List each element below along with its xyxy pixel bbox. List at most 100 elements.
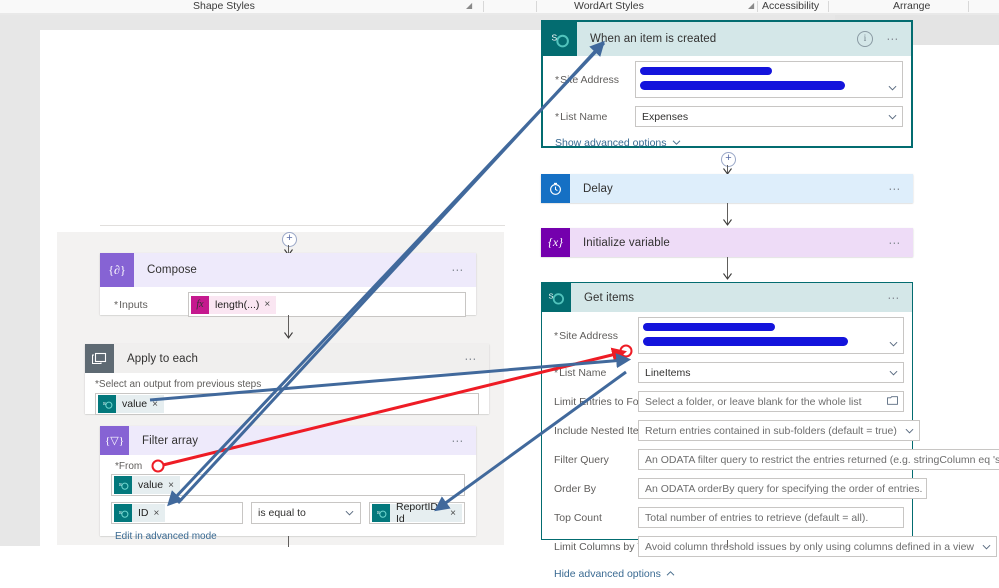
initialize-variable-card-header[interactable]: {x} Initialize variable ⋯ <box>541 228 913 257</box>
ribbon-group-accessibility[interactable]: Accessibility <box>762 0 819 13</box>
more-options-icon[interactable]: ⋯ <box>887 292 901 304</box>
add-step-plus-icon[interactable]: + <box>721 152 736 167</box>
apply-to-each-card[interactable]: Apply to each ⋯ *Select an output from p… <box>85 344 489 415</box>
order-by-field[interactable]: An ODATA orderBy query for specifying th… <box>638 478 928 499</box>
compose-card-title: Compose <box>147 264 197 276</box>
more-options-icon[interactable]: ⋯ <box>886 33 900 45</box>
remove-token-icon[interactable]: × <box>152 399 158 410</box>
chevron-down-icon[interactable] <box>904 426 914 435</box>
apply-to-each-card-header[interactable]: Apply to each ⋯ <box>85 344 489 373</box>
wordart-styles-dialog-launcher-icon[interactable]: ◢ <box>748 2 756 10</box>
more-options-icon[interactable]: ⋯ <box>451 435 465 447</box>
initialize-variable-card[interactable]: {x} Initialize variable ⋯ <box>541 228 913 257</box>
limit-columns-by-view-field[interactable]: Avoid column threshold issues by only us… <box>638 536 997 557</box>
more-options-icon[interactable]: ⋯ <box>464 353 478 365</box>
order-by-placeholder: An ODATA orderBy query for specifying th… <box>645 482 923 495</box>
list-name-label: *List Name <box>555 110 608 123</box>
filter-array-condition-row: S ID × is equal to S ReportID Id × <box>111 501 465 525</box>
condition-left-token[interactable]: S ID × <box>114 504 166 522</box>
folder-icon[interactable] <box>887 395 898 408</box>
svg-text:S: S <box>102 401 105 407</box>
apply-to-each-select-field[interactable]: S value × <box>95 393 479 415</box>
more-options-icon[interactable]: ⋯ <box>888 183 902 195</box>
chevron-down-icon[interactable] <box>888 368 898 377</box>
ribbon-divider <box>757 1 758 12</box>
condition-right-token[interactable]: S ReportID Id × <box>372 501 462 525</box>
list-name-field[interactable]: LineItems <box>638 362 904 383</box>
redaction-bar <box>643 323 775 331</box>
site-address-label: *Site Address <box>554 329 619 342</box>
ribbon-group-wordart-styles[interactable]: WordArt Styles <box>574 0 644 13</box>
trigger-card-title: When an item is created <box>590 33 717 45</box>
flow-canvas-right <box>925 45 999 546</box>
remove-token-icon[interactable]: × <box>264 299 270 310</box>
include-nested-items-field[interactable]: Return entries contained in sub-folders … <box>638 420 920 441</box>
function-token-length[interactable]: fx length(...) × <box>191 295 277 314</box>
condition-operator-select[interactable]: is equal to <box>251 502 361 524</box>
compose-inputs-label: *Inputs <box>114 298 148 311</box>
scope-top-divider <box>100 225 505 226</box>
compose-card[interactable]: {∂} Compose ⋯ *Inputs fx length(...) × <box>100 253 476 317</box>
list-name-field[interactable]: Expenses <box>635 106 903 127</box>
variable-icon-glyph: {x} <box>548 235 563 249</box>
hide-advanced-options-link[interactable]: Hide advanced options <box>554 568 904 580</box>
output-token-value[interactable]: S value × <box>98 395 164 413</box>
sharepoint-icon: S <box>114 504 132 522</box>
compose-inputs-row: *Inputs fx length(...) × <box>110 292 466 317</box>
compose-inputs-field[interactable]: fx length(...) × <box>188 292 466 317</box>
delay-card[interactable]: Delay ⋯ <box>541 174 913 203</box>
order-by-label: Order By <box>554 482 597 495</box>
remove-token-icon[interactable]: × <box>168 480 174 491</box>
chevron-down-icon[interactable] <box>345 509 354 518</box>
chevron-up-icon[interactable] <box>666 568 675 580</box>
get-items-filter-query-row: Filter Query An ODATA filter query to re… <box>550 448 999 471</box>
from-token-value[interactable]: S value × <box>114 476 180 494</box>
top-count-placeholder: Total number of entries to retrieve (def… <box>645 511 869 524</box>
condition-right-field[interactable]: S ReportID Id × <box>369 501 465 525</box>
sharepoint-icon-glyph: S <box>102 401 112 409</box>
ribbon-group-shape-styles[interactable]: Shape Styles <box>193 0 255 13</box>
filter-query-field[interactable]: An ODATA filter query to restrict the en… <box>638 449 999 470</box>
connector-line <box>288 536 289 547</box>
more-options-icon[interactable]: ⋯ <box>888 237 902 249</box>
sharepoint-icon-glyph: S <box>118 510 128 518</box>
add-step-plus-icon[interactable]: + <box>282 232 297 247</box>
delay-card-header[interactable]: Delay ⋯ <box>541 174 913 203</box>
trigger-card[interactable]: S When an item is created i ⋯ *Site Addr… <box>541 20 913 149</box>
apply-to-each-card-body: *Select an output from previous steps S … <box>85 379 489 421</box>
chevron-down-icon[interactable] <box>887 84 897 93</box>
remove-token-icon[interactable]: × <box>154 508 160 519</box>
remove-token-icon[interactable]: × <box>450 508 456 519</box>
get-items-card[interactable]: S Get items ⋯ *Site Address *List Name L… <box>541 282 999 580</box>
initialize-variable-card-title: Initialize variable <box>583 236 670 249</box>
site-address-field[interactable] <box>635 61 903 98</box>
condition-operator-value: is equal to <box>258 507 306 519</box>
chevron-down-icon[interactable] <box>981 542 991 551</box>
limit-entries-to-folder-field[interactable]: Select a folder, or leave blank for the … <box>638 391 904 412</box>
compose-card-header[interactable]: {∂} Compose ⋯ <box>100 253 476 287</box>
filter-array-card[interactable]: {▽} Filter array ⋯ *From S value × S ID … <box>100 426 476 542</box>
ribbon-group-arrange[interactable]: Arrange <box>893 0 930 13</box>
chevron-down-icon[interactable] <box>887 112 897 121</box>
redaction-bar <box>640 81 845 90</box>
get-items-card-header[interactable]: S Get items ⋯ <box>542 283 912 312</box>
required-asterisk: * <box>555 73 560 86</box>
condition-left-field[interactable]: S ID × <box>111 502 243 524</box>
limit-entries-to-folder-label: Limit Entries to Folder <box>554 395 657 408</box>
chevron-down-icon[interactable] <box>888 340 898 349</box>
svg-text:S: S <box>548 291 553 300</box>
show-advanced-options-link[interactable]: Show advanced options <box>555 137 903 149</box>
edit-advanced-mode-link[interactable]: Edit in advanced mode <box>115 531 465 542</box>
filter-array-from-field[interactable]: S value × <box>111 474 465 496</box>
shape-styles-dialog-launcher-icon[interactable]: ◢ <box>466 2 474 10</box>
compose-icon-glyph: {∂} <box>108 262 126 277</box>
filter-array-card-body: *From S value × S ID × is equal to S Rep… <box>100 461 476 548</box>
more-options-icon[interactable]: ⋯ <box>451 264 465 276</box>
info-icon[interactable]: i <box>857 31 873 47</box>
trigger-card-header[interactable]: S When an item is created i ⋯ <box>543 22 911 56</box>
get-items-limit-folder-row: Limit Entries to Folder Select a folder,… <box>550 390 904 413</box>
chevron-down-icon[interactable] <box>672 137 681 149</box>
top-count-field[interactable]: Total number of entries to retrieve (def… <box>638 507 904 528</box>
filter-array-card-header[interactable]: {▽} Filter array ⋯ <box>100 426 476 455</box>
site-address-field[interactable] <box>638 317 904 354</box>
